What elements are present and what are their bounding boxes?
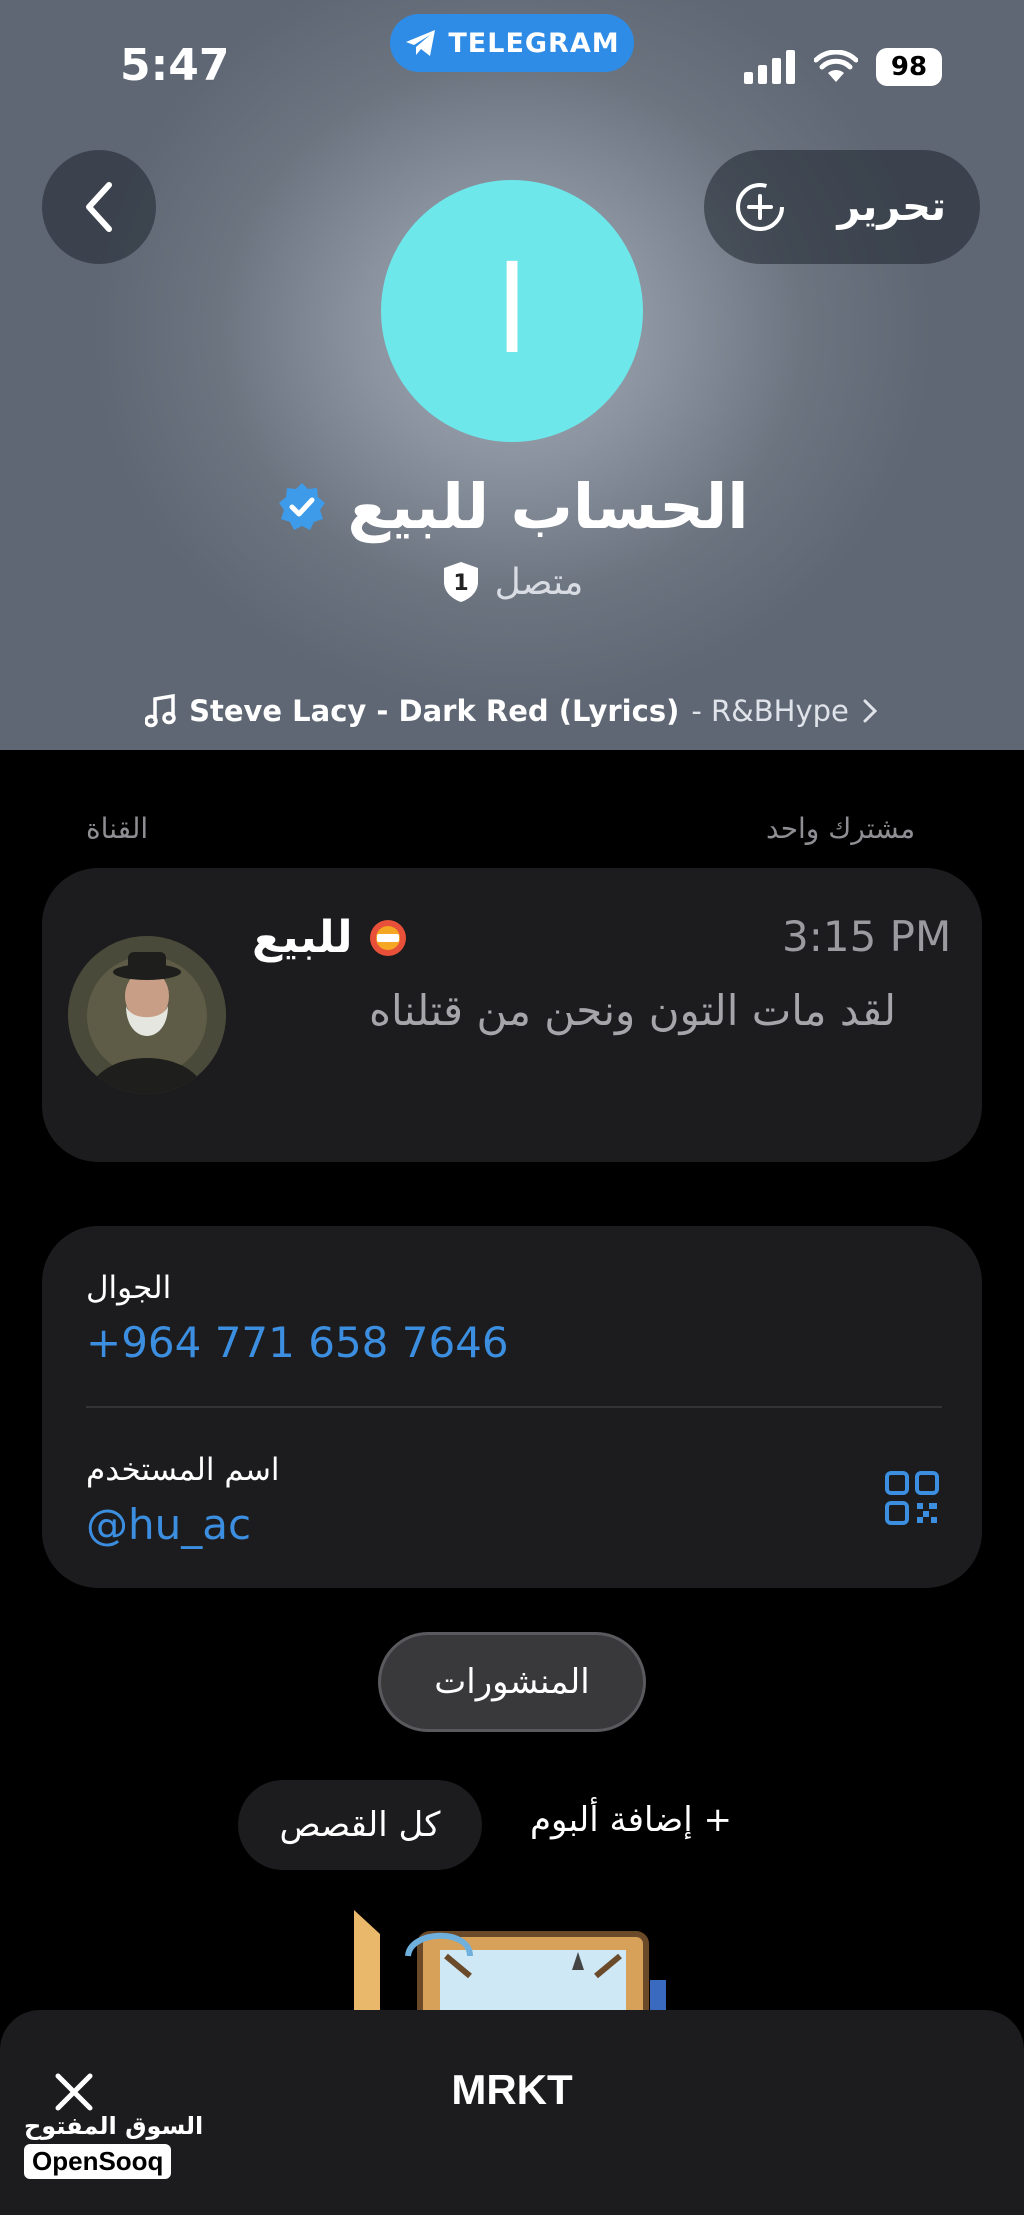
add-circle-icon	[736, 183, 784, 231]
status-indicators: 98	[744, 48, 942, 86]
contact-divider	[86, 1406, 942, 1408]
edit-label: تحرير	[837, 184, 946, 230]
username-label: اسم المستخدم	[86, 1452, 280, 1488]
profile-name: الحساب للبيع	[347, 470, 749, 543]
verified-badge-icon	[279, 482, 326, 530]
shield-count: 1	[453, 571, 468, 596]
posts-tab-button[interactable]: المنشورات	[378, 1632, 646, 1732]
channel-avatar	[68, 936, 226, 1094]
presence-row: 1 متصل	[0, 560, 1024, 604]
chevron-right-icon	[863, 699, 878, 723]
channel-card[interactable]: 3:15 PM للبيع لقد مات التون ونحن من قتلن…	[42, 868, 982, 1162]
profile-music[interactable]: Steve Lacy - Dark Red (Lyrics) - R&BHype	[0, 694, 1024, 728]
music-title: Steve Lacy - Dark Red (Lyrics)	[189, 694, 680, 728]
add-album-button[interactable]: + إضافة ألبوم	[530, 1800, 732, 1840]
watermark-arabic: السوق المفتوح	[24, 2112, 204, 2140]
watermark-english: OpenSooq	[24, 2144, 172, 2179]
telegram-app-badge[interactable]: TELEGRAM	[390, 14, 634, 72]
no-entry-emoji-icon	[370, 919, 407, 956]
qr-code-icon	[885, 1471, 939, 1525]
phone-label: الجوال	[86, 1270, 172, 1306]
music-note-icon	[145, 694, 176, 728]
phone-number[interactable]: +964 771 658 7646	[86, 1318, 509, 1367]
profile-name-row: الحساب للبيع	[0, 470, 1024, 543]
telegram-badge-label: TELEGRAM	[448, 27, 620, 59]
all-stories-button[interactable]: كل القصص	[238, 1780, 482, 1870]
placeholder-sticker	[350, 1900, 670, 2010]
chevron-left-icon	[86, 182, 112, 232]
telegram-plane-icon	[406, 30, 436, 56]
shield-icon: 1	[441, 560, 481, 604]
contact-info-card: الجوال +964 771 658 7646 اسم المستخدم @h…	[42, 1226, 982, 1588]
channel-name-row: للبيع	[252, 912, 410, 963]
qr-code-button[interactable]	[884, 1470, 940, 1526]
username-value[interactable]: @hu_ac	[86, 1500, 251, 1549]
mini-app-title: MRKT	[451, 2066, 573, 2113]
channel-name: للبيع	[252, 912, 353, 963]
channel-message-time: 3:15 PM	[782, 912, 952, 961]
profile-avatar[interactable]: ا	[381, 180, 643, 442]
wifi-icon	[814, 50, 858, 82]
channel-last-message: لقد مات التون ونحن من قتلناه	[368, 986, 896, 1035]
status-time: 5:47	[120, 40, 230, 91]
opensooq-watermark: السوق المفتوح OpenSooq	[24, 2112, 203, 2179]
channel-section-label: القناة	[86, 812, 149, 845]
battery-indicator: 98	[876, 48, 942, 86]
subscribers-label: مشترك واحد	[766, 812, 916, 845]
music-artist: - R&BHype	[691, 694, 849, 728]
presence-status: متصل	[494, 561, 584, 603]
profile-header: 5:47 TELEGRAM 98 تحرير ا الحساب للبيع 1 …	[0, 0, 1024, 750]
avatar-letter: ا	[495, 243, 529, 378]
back-button[interactable]	[42, 150, 156, 264]
signal-icon	[744, 50, 795, 84]
edit-button[interactable]: تحرير	[704, 150, 980, 264]
